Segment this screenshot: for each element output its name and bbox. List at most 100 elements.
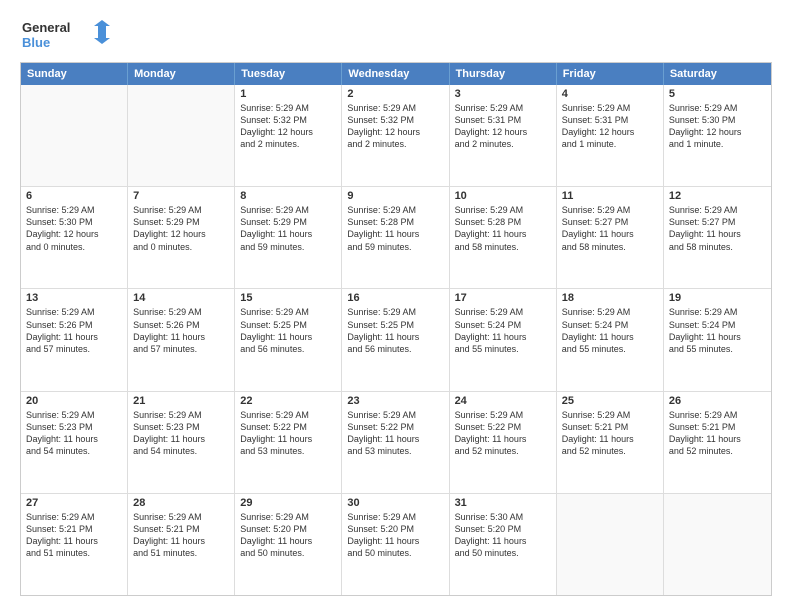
cell-info-line: Sunset: 5:29 PM xyxy=(240,216,336,228)
cell-info-line: Sunrise: 5:29 AM xyxy=(240,102,336,114)
logo: General Blue xyxy=(20,16,110,52)
cell-info-line: Daylight: 12 hours xyxy=(562,126,658,138)
cell-info-line: and 58 minutes. xyxy=(669,241,766,253)
day-number: 26 xyxy=(669,395,766,407)
cell-info-line: Daylight: 11 hours xyxy=(669,433,766,445)
calendar-cell: 18Sunrise: 5:29 AMSunset: 5:24 PMDayligh… xyxy=(557,289,664,390)
day-number: 16 xyxy=(347,292,443,304)
cell-info-line: Sunset: 5:24 PM xyxy=(562,319,658,331)
cell-info-line: Sunset: 5:20 PM xyxy=(347,523,443,535)
page: General Blue SundayMondayTuesdayWednesda… xyxy=(0,0,792,612)
calendar-cell: 8Sunrise: 5:29 AMSunset: 5:29 PMDaylight… xyxy=(235,187,342,288)
calendar-cell: 20Sunrise: 5:29 AMSunset: 5:23 PMDayligh… xyxy=(21,392,128,493)
calendar-cell: 28Sunrise: 5:29 AMSunset: 5:21 PMDayligh… xyxy=(128,494,235,595)
day-number: 14 xyxy=(133,292,229,304)
day-number: 11 xyxy=(562,190,658,202)
cell-info-line: and 1 minute. xyxy=(562,138,658,150)
cell-info-line: Sunset: 5:21 PM xyxy=(133,523,229,535)
cell-info-line: Sunset: 5:23 PM xyxy=(133,421,229,433)
day-number: 22 xyxy=(240,395,336,407)
calendar-cell: 26Sunrise: 5:29 AMSunset: 5:21 PMDayligh… xyxy=(664,392,771,493)
cell-info-line: Sunset: 5:25 PM xyxy=(240,319,336,331)
weekday-header-tuesday: Tuesday xyxy=(235,63,342,85)
cell-info-line: Daylight: 11 hours xyxy=(26,331,122,343)
calendar-cell: 17Sunrise: 5:29 AMSunset: 5:24 PMDayligh… xyxy=(450,289,557,390)
cell-info-line: Daylight: 11 hours xyxy=(562,331,658,343)
cell-info-line: Daylight: 12 hours xyxy=(347,126,443,138)
weekday-header-monday: Monday xyxy=(128,63,235,85)
cell-info-line: and 0 minutes. xyxy=(133,241,229,253)
cell-info-line: Sunrise: 5:29 AM xyxy=(347,306,443,318)
calendar-cell xyxy=(557,494,664,595)
cell-info-line: Daylight: 11 hours xyxy=(455,535,551,547)
cell-info-line: Daylight: 11 hours xyxy=(669,331,766,343)
cell-info-line: and 58 minutes. xyxy=(455,241,551,253)
calendar-cell: 10Sunrise: 5:29 AMSunset: 5:28 PMDayligh… xyxy=(450,187,557,288)
calendar-cell: 11Sunrise: 5:29 AMSunset: 5:27 PMDayligh… xyxy=(557,187,664,288)
header: General Blue xyxy=(20,16,772,52)
cell-info-line: Sunrise: 5:29 AM xyxy=(562,204,658,216)
calendar-cell: 24Sunrise: 5:29 AMSunset: 5:22 PMDayligh… xyxy=(450,392,557,493)
cell-info-line: Sunset: 5:20 PM xyxy=(240,523,336,535)
cell-info-line: and 0 minutes. xyxy=(26,241,122,253)
cell-info-line: Sunrise: 5:29 AM xyxy=(26,511,122,523)
day-number: 29 xyxy=(240,497,336,509)
calendar-header: SundayMondayTuesdayWednesdayThursdayFrid… xyxy=(21,63,771,85)
cell-info-line: Sunset: 5:32 PM xyxy=(240,114,336,126)
weekday-header-sunday: Sunday xyxy=(21,63,128,85)
cell-info-line: Daylight: 11 hours xyxy=(669,228,766,240)
cell-info-line: Sunrise: 5:29 AM xyxy=(347,102,443,114)
cell-info-line: and 50 minutes. xyxy=(240,547,336,559)
day-number: 20 xyxy=(26,395,122,407)
cell-info-line: and 55 minutes. xyxy=(562,343,658,355)
weekday-header-thursday: Thursday xyxy=(450,63,557,85)
cell-info-line: and 52 minutes. xyxy=(669,445,766,457)
day-number: 6 xyxy=(26,190,122,202)
cell-info-line: Daylight: 11 hours xyxy=(240,228,336,240)
calendar-cell: 7Sunrise: 5:29 AMSunset: 5:29 PMDaylight… xyxy=(128,187,235,288)
cell-info-line: Sunset: 5:27 PM xyxy=(669,216,766,228)
cell-info-line: Sunrise: 5:29 AM xyxy=(455,409,551,421)
cell-info-line: Sunrise: 5:30 AM xyxy=(455,511,551,523)
cell-info-line: Sunrise: 5:29 AM xyxy=(455,204,551,216)
cell-info-line: and 57 minutes. xyxy=(133,343,229,355)
cell-info-line: Daylight: 11 hours xyxy=(347,228,443,240)
cell-info-line: Sunrise: 5:29 AM xyxy=(240,306,336,318)
cell-info-line: Sunrise: 5:29 AM xyxy=(562,306,658,318)
calendar-cell: 3Sunrise: 5:29 AMSunset: 5:31 PMDaylight… xyxy=(450,85,557,186)
cell-info-line: Daylight: 11 hours xyxy=(455,433,551,445)
calendar-cell: 2Sunrise: 5:29 AMSunset: 5:32 PMDaylight… xyxy=(342,85,449,186)
cell-info-line: Sunrise: 5:29 AM xyxy=(347,204,443,216)
calendar-row-4: 27 Sunrise: 5:29 AM Sunset: 5:21 PM Dayligh… xyxy=(21,493,771,595)
cell-info-line: and 55 minutes. xyxy=(455,343,551,355)
cell-info-line: and 53 minutes. xyxy=(347,445,443,457)
cell-info-line: Sunset: 5:22 PM xyxy=(347,421,443,433)
calendar-cell: 14Sunrise: 5:29 AMSunset: 5:26 PMDayligh… xyxy=(128,289,235,390)
cell-info-line: Daylight: 12 hours xyxy=(669,126,766,138)
weekday-header-wednesday: Wednesday xyxy=(342,63,449,85)
cell-info-line: Sunset: 5:28 PM xyxy=(455,216,551,228)
day-number: 27 xyxy=(26,497,122,509)
cell-info-line: Daylight: 11 hours xyxy=(347,433,443,445)
calendar-cell: 13Sunrise: 5:29 AMSunset: 5:26 PMDayligh… xyxy=(21,289,128,390)
cell-info-line: Sunrise: 5:29 AM xyxy=(240,409,336,421)
logo-svg: General Blue xyxy=(20,16,110,52)
cell-info-line: Sunrise: 5:29 AM xyxy=(455,102,551,114)
cell-info-line: and 1 minute. xyxy=(669,138,766,150)
cell-info-line: and 2 minutes. xyxy=(347,138,443,150)
day-number: 15 xyxy=(240,292,336,304)
calendar-cell: 19Sunrise: 5:29 AMSunset: 5:24 PMDayligh… xyxy=(664,289,771,390)
day-number: 25 xyxy=(562,395,658,407)
cell-info-line: Sunrise: 5:29 AM xyxy=(669,204,766,216)
weekday-header-friday: Friday xyxy=(557,63,664,85)
cell-info-line: Sunrise: 5:29 AM xyxy=(347,409,443,421)
cell-info-line: Sunrise: 5:29 AM xyxy=(26,204,122,216)
cell-info-line: and 54 minutes. xyxy=(133,445,229,457)
day-number: 7 xyxy=(133,190,229,202)
cell-info-line: Sunset: 5:21 PM xyxy=(669,421,766,433)
cell-info-line: Sunset: 5:26 PM xyxy=(26,319,122,331)
cell-info-line: Sunrise: 5:29 AM xyxy=(26,409,122,421)
cell-info-line: Daylight: 12 hours xyxy=(455,126,551,138)
cell-info-line: Daylight: 12 hours xyxy=(240,126,336,138)
cell-info-line: Daylight: 11 hours xyxy=(347,331,443,343)
